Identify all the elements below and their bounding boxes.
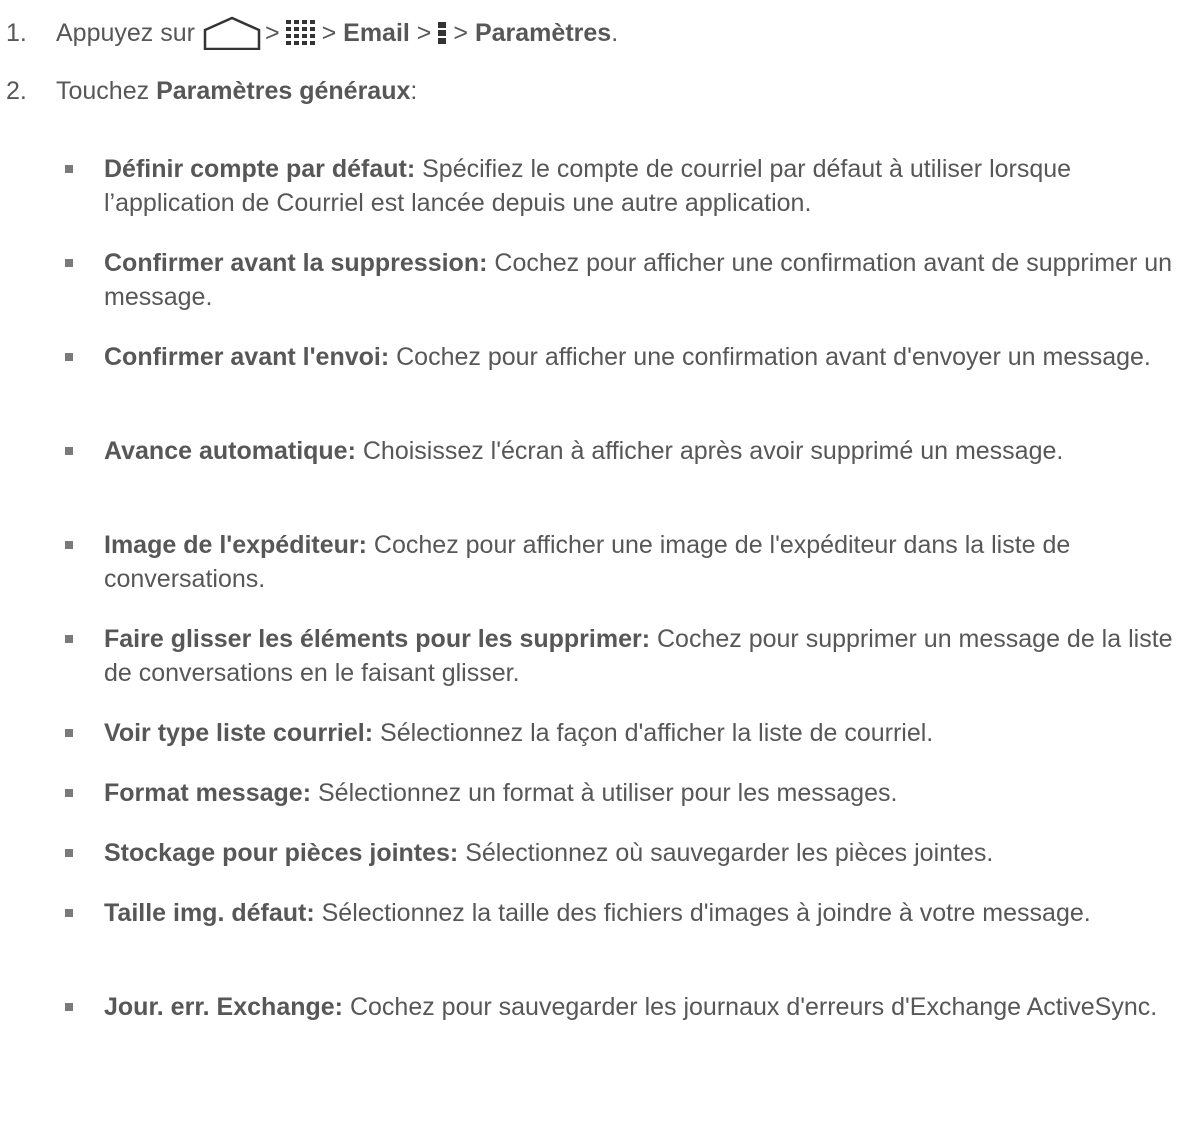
item-term: Jour. err. Exchange: <box>104 993 343 1021</box>
item-desc: Cochez pour sauvegarder les journaux d'e… <box>349 993 1158 1021</box>
bullet-icon <box>65 1003 73 1011</box>
step-2: 2. Touchez Paramètres généraux: <box>6 74 417 108</box>
item-desc: Choisissez l'écran à afficher après avoi… <box>362 437 1064 465</box>
bullet-icon <box>65 729 73 737</box>
bullet-icon <box>65 259 73 267</box>
item-term: Stockage pour pièces jointes: <box>104 839 459 867</box>
bullet-icon <box>65 849 73 857</box>
home-icon <box>203 16 261 51</box>
step-end: : <box>410 77 418 105</box>
step-text: Touchez <box>56 77 150 105</box>
item-term: Image de l'expéditeur: <box>104 531 367 559</box>
separator: > <box>453 19 469 47</box>
item-desc: Sélectionnez la façon d'afficher la list… <box>380 719 934 747</box>
step-number: 1. <box>6 19 27 47</box>
item-term: Définir compte par défaut: <box>104 155 416 183</box>
apps-grid-icon <box>284 16 318 50</box>
item-term: Taille img. défaut: <box>104 899 315 927</box>
item-desc: Sélectionnez où sauvegarder les pièces j… <box>465 839 994 867</box>
separator: > <box>264 19 280 47</box>
item-term: Voir type liste courriel: <box>104 719 374 747</box>
item-desc: Sélectionnez un format à utiliser pour l… <box>317 779 898 807</box>
step-end: . <box>611 19 619 47</box>
bullet-icon <box>65 789 73 797</box>
step-number: 2. <box>6 77 27 105</box>
bullet-icon <box>65 165 73 173</box>
bullet-icon <box>65 447 73 455</box>
step-text: Appuyez sur <box>56 19 195 47</box>
bullet-icon <box>65 909 73 917</box>
settings-label: Paramètres <box>474 19 612 47</box>
general-settings-label: Paramètres généraux <box>156 77 411 105</box>
menu-icon <box>435 16 449 50</box>
item-term: Confirmer avant l'envoi: <box>104 343 390 371</box>
bullet-icon <box>65 353 73 361</box>
item-term: Format message: <box>104 779 312 807</box>
item-term: Avance automatique: <box>104 437 356 465</box>
item-term: Faire glisser les éléments pour les supp… <box>104 625 651 653</box>
item-desc: Cochez pour afficher une confirmation av… <box>396 343 1151 371</box>
separator: > <box>416 19 432 47</box>
email-label: Email <box>343 19 410 47</box>
step-1: 1. Appuyez sur > > Email > > Paramètres. <box>6 16 619 51</box>
item-desc: Sélectionnez la taille des fichiers d'im… <box>321 899 1091 927</box>
bullet-icon <box>65 541 73 549</box>
bullet-icon <box>65 635 73 643</box>
separator: > <box>321 19 337 47</box>
item-term: Confirmer avant la suppression: <box>104 249 488 277</box>
